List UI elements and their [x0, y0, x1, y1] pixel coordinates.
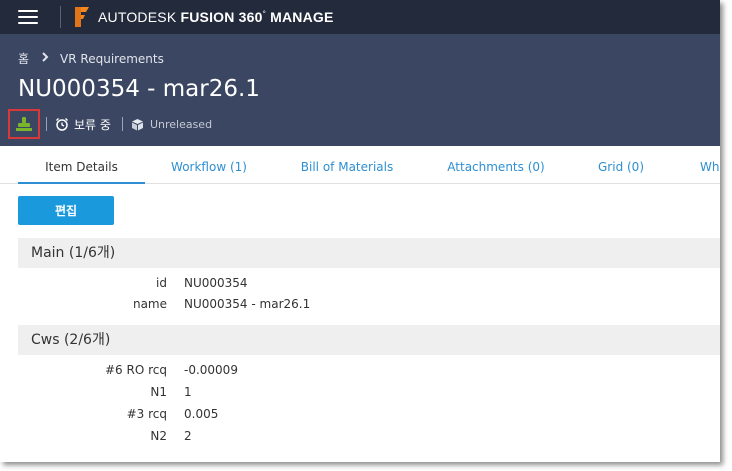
app-window: AUTODESK FUSION 360° MANAGE 홈 VR Require… [0, 0, 720, 462]
field-label: #3 rcq [126, 407, 167, 421]
field-value: -0.00009 [184, 363, 238, 377]
top-bar: AUTODESK FUSION 360° MANAGE [0, 0, 720, 34]
tab-grid[interactable]: Grid (0) [594, 146, 648, 184]
field-row: N2 2 [18, 429, 718, 449]
tab-attachments[interactable]: Attachments (0) [444, 146, 548, 184]
brand-mark: ° [262, 9, 267, 19]
field-label: #6 RO rcq [105, 363, 167, 377]
brand-name: FUSION 360 [180, 9, 263, 25]
section-header-cws[interactable]: Cws (2/6개) [18, 325, 720, 355]
app-brand: AUTODESK FUSION 360° MANAGE [98, 9, 334, 25]
workflow-status: 보류 중 [74, 117, 111, 132]
field-label: N1 [150, 385, 167, 399]
status-row: 보류 중 Unreleased [8, 109, 212, 139]
status-divider [46, 117, 47, 131]
field-row: N1 1 [18, 385, 718, 405]
tab-truncated[interactable]: Wh [700, 146, 720, 184]
tab-item-details[interactable]: Item Details [18, 146, 145, 184]
fusion-logo-icon [75, 7, 89, 27]
field-row: #3 rcq 0.005 [18, 407, 718, 427]
lifecycle-state: Unreleased [149, 117, 213, 131]
field-value: NU000354 - mar26.1 [184, 297, 311, 311]
field-row: name NU000354 - mar26.1 [18, 297, 718, 317]
tab-bill-of-materials[interactable]: Bill of Materials [298, 146, 396, 184]
breadcrumb: 홈 VR Requirements [18, 50, 164, 67]
breadcrumb-workspace[interactable]: VR Requirements [60, 52, 164, 66]
stamp-icon [16, 117, 32, 131]
field-value: 2 [184, 429, 192, 443]
breadcrumb-home[interactable]: 홈 [18, 50, 29, 67]
field-row: #6 RO rcq -0.00009 [18, 363, 718, 383]
chevron-right-icon [41, 52, 49, 65]
field-label: id [156, 276, 167, 290]
brand-suffix: MANAGE [270, 9, 334, 25]
field-label: name [132, 297, 167, 311]
field-value: 1 [184, 385, 192, 399]
field-row: id NU000354 [18, 276, 718, 296]
topbar-divider [60, 6, 61, 28]
field-value: 0.005 [184, 407, 219, 421]
item-header: 홈 VR Requirements NU000354 - mar26.1 보류 … [0, 34, 720, 146]
field-value: NU000354 [184, 276, 248, 290]
field-label: N2 [150, 429, 167, 443]
tab-workflow[interactable]: Workflow (1) [168, 146, 250, 184]
alarm-clock-icon [56, 118, 68, 131]
status-divider [121, 117, 123, 131]
edit-button[interactable]: 편집 [18, 196, 114, 225]
stamp-button[interactable] [8, 109, 40, 139]
section-header-main[interactable]: Main (1/6개) [18, 238, 720, 268]
tab-bar: Item Details Workflow (1) Bill of Materi… [0, 146, 720, 184]
page-title: NU000354 - mar26.1 [18, 76, 260, 102]
cube-icon [131, 118, 143, 130]
brand-prefix: AUTODESK [98, 9, 177, 25]
hamburger-menu-icon[interactable] [18, 10, 38, 24]
